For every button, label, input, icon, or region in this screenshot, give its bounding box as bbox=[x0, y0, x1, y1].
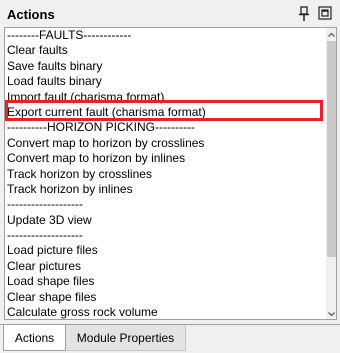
panel-title: Actions bbox=[7, 7, 55, 22]
list-item-calculate-gross-rock-volume[interactable]: Calculate gross rock volume bbox=[7, 305, 322, 319]
chevron-up-icon[interactable] bbox=[326, 28, 336, 40]
actions-panel: Actions --------FAULTS------------ Clear… bbox=[0, 0, 340, 353]
tab-module-properties[interactable]: Module Properties bbox=[66, 325, 186, 351]
list-item-separator: ------------------- bbox=[7, 228, 83, 243]
list-item-faults-separator: --------FAULTS------------ bbox=[7, 28, 132, 42]
vertical-scrollbar[interactable] bbox=[326, 28, 336, 319]
list-item-track-horizon-crosslines[interactable]: Track horizon by crosslines bbox=[7, 167, 322, 182]
list-item-track-horizon-inlines[interactable]: Track horizon by inlines bbox=[7, 182, 322, 197]
list-item-clear-faults[interactable]: Clear faults bbox=[7, 43, 322, 58]
scrollbar-thumb[interactable] bbox=[327, 41, 336, 257]
pin-icon[interactable] bbox=[297, 6, 311, 22]
list-item-clear-shape-files[interactable]: Clear shape files bbox=[7, 290, 322, 305]
list-item-separator: ------------------- bbox=[7, 197, 83, 212]
tab-bar: Actions Module Properties bbox=[0, 324, 340, 353]
chevron-down-icon[interactable] bbox=[326, 307, 336, 319]
list-item-load-picture-files[interactable]: Load picture files bbox=[7, 243, 322, 258]
list-item-save-faults-binary[interactable]: Save faults binary bbox=[7, 59, 322, 74]
list-item-import-fault[interactable]: Import fault (charisma format) bbox=[7, 90, 322, 105]
list-item-load-faults-binary[interactable]: Load faults binary bbox=[7, 74, 322, 89]
actions-list: --------FAULTS------------ Clear faults … bbox=[7, 28, 322, 319]
list-item-update-3d-view[interactable]: Update 3D view bbox=[7, 213, 322, 228]
list-item-export-current-fault[interactable]: Export current fault (charisma format) bbox=[7, 105, 322, 120]
list-item-horizon-picking-separator: ----------HORIZON PICKING---------- bbox=[7, 120, 195, 135]
list-item-convert-map-crosslines[interactable]: Convert map to horizon by crosslines bbox=[7, 136, 322, 151]
panel-titlebar: Actions bbox=[0, 0, 340, 28]
list-item-convert-map-inlines[interactable]: Convert map to horizon by inlines bbox=[7, 151, 322, 166]
actions-list-box[interactable]: --------FAULTS------------ Clear faults … bbox=[4, 27, 337, 320]
list-item-clear-pictures[interactable]: Clear pictures bbox=[7, 259, 322, 274]
list-item-load-shape-files[interactable]: Load shape files bbox=[7, 274, 322, 289]
tab-actions[interactable]: Actions bbox=[3, 325, 66, 351]
float-window-icon[interactable] bbox=[318, 6, 332, 20]
